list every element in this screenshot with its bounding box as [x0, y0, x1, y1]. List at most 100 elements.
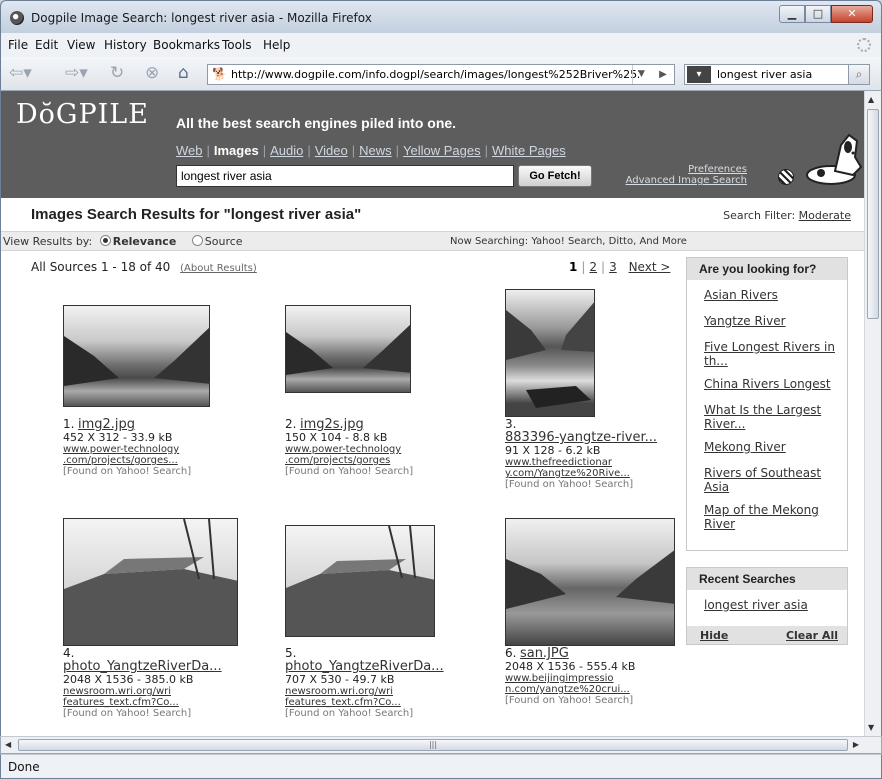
suggestion-link[interactable]: Yangtze River	[687, 314, 847, 328]
menu-help[interactable]: Help	[263, 38, 290, 52]
clear-all-link[interactable]: Clear All	[786, 629, 838, 643]
vertical-scroll-thumb[interactable]	[867, 109, 879, 319]
scroll-down-icon[interactable]: ▼	[868, 723, 874, 732]
horizontal-scroll-thumb[interactable]: |||	[18, 739, 848, 751]
result-source-link[interactable]: www.thefreedictionar	[505, 457, 680, 468]
suggestions-panel: Are you looking for? Asian Rivers Yangtz…	[686, 257, 848, 551]
browser-search-value[interactable]: longest river asia	[717, 68, 812, 81]
recent-searches-footer: Hide Clear All	[687, 626, 847, 644]
dogpile-header: DŏGPILE All the best search engines pile…	[1, 91, 865, 198]
tab-yellow-pages[interactable]: Yellow Pages	[403, 143, 481, 158]
suggestion-link[interactable]: Five Longest Rivers in th...	[687, 340, 837, 368]
result-source-link[interactable]: features_text.cfm?Co...	[285, 697, 485, 708]
result-thumbnail[interactable]	[63, 518, 238, 646]
menu-bookmarks[interactable]: Bookmarks	[153, 38, 220, 52]
tab-white-pages[interactable]: White Pages	[492, 143, 566, 158]
tagline: All the best search engines piled into o…	[176, 115, 457, 131]
result-source-link[interactable]: www.beijingimpressio	[505, 673, 680, 684]
search-icon[interactable]: ⌕	[848, 64, 870, 85]
scroll-right-icon[interactable]: ▶	[853, 740, 859, 749]
result-number: 1.	[63, 417, 75, 431]
url-text[interactable]: http://www.dogpile.com/info.dogpl/search…	[231, 68, 639, 81]
result-filename-link[interactable]: photo_YangtzeRiverDa...	[63, 660, 263, 674]
back-arrow-icon[interactable]: ⇦▾	[9, 64, 32, 82]
forward-arrow-icon[interactable]: ⇨▾	[65, 64, 88, 82]
hide-link[interactable]: Hide	[700, 629, 728, 643]
menu-history[interactable]: History	[104, 38, 147, 52]
result-source-link[interactable]: www.power-technology	[285, 444, 485, 455]
result-thumbnail[interactable]	[285, 305, 411, 393]
scroll-up-icon[interactable]: ▲	[868, 95, 874, 104]
menu-view[interactable]: View	[67, 38, 95, 52]
result-source-link[interactable]: y.com/Yangtze%20Rive...	[505, 468, 680, 479]
result-thumbnail[interactable]	[505, 518, 675, 646]
suggestion-link[interactable]: What Is the Largest River...	[687, 403, 837, 431]
page-2-link[interactable]: 2	[589, 260, 597, 274]
url-dropdown-icon[interactable]: ▼	[632, 65, 650, 84]
result-filename-link[interactable]: img2s.jpg	[300, 417, 364, 432]
result-thumbnail[interactable]	[63, 305, 210, 407]
vertical-scrollbar[interactable]: ▲ ▼	[864, 91, 881, 736]
tab-web[interactable]: Web	[176, 143, 203, 158]
tab-video[interactable]: Video	[315, 143, 348, 158]
dogpile-logo[interactable]: DŏGPILE	[16, 99, 149, 130]
result-filename-link[interactable]: 883396-yangtze-river...	[505, 431, 680, 445]
minimize-button[interactable]: ▁	[779, 5, 805, 23]
result-filename-link[interactable]: photo_YangtzeRiverDa...	[285, 660, 485, 674]
result-filename-link[interactable]: img2.jpg	[78, 417, 135, 432]
close-button[interactable]: ✕	[831, 5, 873, 23]
suggestion-link[interactable]: China Rivers Longest	[687, 377, 847, 391]
recent-search-link[interactable]: longest river asia	[687, 598, 847, 612]
advanced-image-search-link[interactable]: Advanced Image Search	[611, 175, 747, 186]
menu-tools[interactable]: Tools	[222, 38, 252, 52]
tab-news[interactable]: News	[359, 143, 392, 158]
menu-edit[interactable]: Edit	[35, 38, 58, 52]
result-filename-link[interactable]: san.JPG	[520, 646, 569, 661]
suggestion-link[interactable]: Mekong River	[687, 440, 847, 454]
horizontal-scrollbar[interactable]: ◀ ||| ▶	[0, 736, 882, 754]
result-source-link[interactable]: features_text.cfm?Co...	[63, 697, 263, 708]
result-found-on: [Found on Yahoo! Search]	[505, 479, 634, 490]
site-favicon-icon: 🐕	[212, 67, 227, 81]
tab-audio[interactable]: Audio	[270, 143, 303, 158]
relevance-label[interactable]: Relevance	[113, 235, 177, 248]
relevance-radio[interactable]	[99, 235, 111, 246]
status-text: Done	[8, 760, 40, 774]
counts-text: All Sources 1 - 18 of 40	[31, 260, 171, 274]
result-source-link[interactable]: newsroom.wri.org/wri	[285, 686, 485, 697]
address-bar[interactable]: 🐕 http://www.dogpile.com/info.dogpl/sear…	[207, 64, 675, 85]
menu-bar: File Edit View History Bookmarks Tools H…	[0, 33, 882, 57]
filter-value-link[interactable]: Moderate	[799, 209, 851, 222]
result-source-link[interactable]: .com/projects/gorges	[285, 455, 485, 466]
maximize-button[interactable]: □	[805, 5, 831, 23]
next-page-link[interactable]: Next >	[629, 260, 671, 274]
result-source-link[interactable]: www.power-technology	[63, 444, 263, 455]
reload-icon[interactable]: ↻	[110, 64, 124, 82]
go-fetch-button[interactable]: Go Fetch!	[518, 165, 592, 187]
result-source-link[interactable]: newsroom.wri.org/wri	[63, 686, 263, 697]
result-source-link[interactable]: .com/projects/gorges...	[63, 455, 263, 466]
about-results-link[interactable]: (About Results)	[180, 263, 257, 274]
search-engine-icon[interactable]: ▾	[687, 66, 711, 83]
source-radio[interactable]	[191, 235, 203, 246]
firefox-icon	[10, 11, 24, 25]
suggestion-link[interactable]: Rivers of Southeast Asia	[687, 466, 837, 494]
search-input[interactable]: longest river asia	[176, 165, 514, 187]
stop-icon[interactable]: ⊗	[145, 64, 159, 82]
preferences-link[interactable]: Preferences	[611, 164, 747, 175]
suggestion-link[interactable]: Map of the Mekong River	[687, 503, 827, 531]
scroll-left-icon[interactable]: ◀	[5, 740, 11, 749]
source-label[interactable]: Source	[205, 235, 243, 248]
menu-file[interactable]: File	[8, 38, 28, 52]
home-icon[interactable]: ⌂	[178, 64, 189, 82]
pagination: 1 | 2 | 3 Next >	[569, 260, 671, 274]
result-number: 2.	[285, 417, 297, 431]
result-source-link[interactable]: n.com/yangtze%20crui...	[505, 684, 680, 695]
suggestion-link[interactable]: Asian Rivers	[687, 288, 847, 302]
result-thumbnail[interactable]	[505, 289, 595, 417]
page-3-link[interactable]: 3	[609, 260, 617, 274]
browser-search-box[interactable]: ▾ longest river asia ⌕	[684, 64, 870, 85]
go-arrow-icon[interactable]: ▶	[654, 65, 672, 84]
result-thumbnail[interactable]	[285, 525, 435, 637]
tab-images[interactable]: Images	[214, 143, 259, 158]
